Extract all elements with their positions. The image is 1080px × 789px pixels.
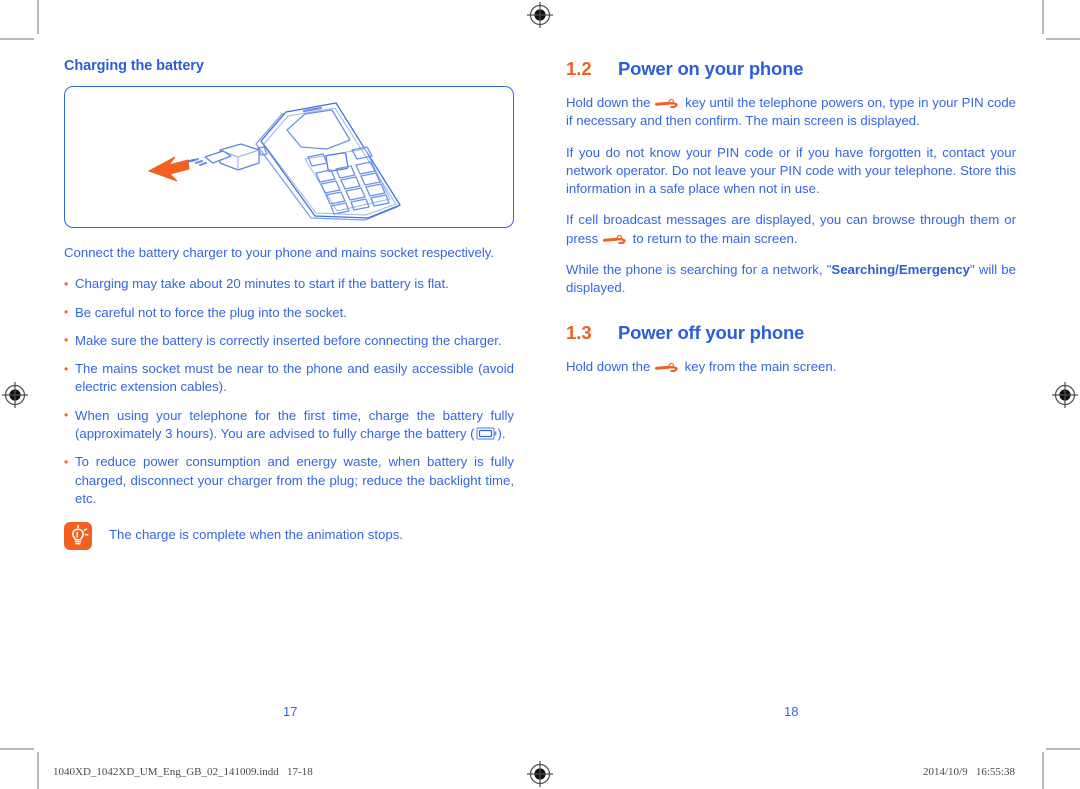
section-title: Power off your phone xyxy=(618,321,805,343)
footer-timestamp: 2014/10/9 16:55:38 xyxy=(923,766,1015,778)
charging-illustration-frame xyxy=(64,86,514,228)
paragraph-before-text: Hold down the xyxy=(566,95,651,110)
tip-text: The charge is complete when the animatio… xyxy=(109,527,403,543)
power-key-icon xyxy=(654,362,678,372)
charging-bullet-list: Charging may take about 20 minutes to st… xyxy=(64,275,514,508)
charging-subheading: Charging the battery xyxy=(64,58,204,74)
list-item: Charging may take about 20 minutes to st… xyxy=(64,275,514,294)
section-number: 1.2 xyxy=(566,58,592,79)
tip-bulb-icon xyxy=(64,522,92,551)
charging-intro-paragraph: Connect the battery charger to your phon… xyxy=(64,245,495,260)
quote-close: " xyxy=(969,262,975,278)
power-key-icon xyxy=(655,98,679,108)
document-spread: Charging the battery Connect the battery… xyxy=(0,0,1080,789)
paragraph-after-text: to return to the main screen. xyxy=(632,230,798,246)
page-number-left: 17 xyxy=(283,704,298,719)
paragraph-after-text: key from the main screen. xyxy=(684,358,837,374)
paragraph-before-text: Hold down the xyxy=(566,358,651,374)
tip-note: The charge is complete when the animatio… xyxy=(64,522,514,551)
list-item: To reduce power consumption and energy w… xyxy=(64,453,514,508)
page-number-right: 18 xyxy=(784,704,799,719)
footer-filename: 1040XD_1042XD_UM_Eng_GB_02_141009.indd 1… xyxy=(53,766,313,778)
list-item: When using your telephone for the first … xyxy=(64,406,514,444)
list-item: Make sure the battery is correctly inser… xyxy=(64,331,514,350)
power-on-paragraph-4: While the phone is searching for a netwo… xyxy=(566,261,1016,298)
section-title: Power on your phone xyxy=(618,58,804,79)
list-item: Be careful not to force the plug into th… xyxy=(64,303,514,322)
power-on-paragraph-1: Hold down the key until the telephone po… xyxy=(566,94,1016,131)
arrow-icon xyxy=(147,156,190,182)
phone-charging-illustration xyxy=(147,102,401,221)
searching-emergency-label: Searching/Emergency xyxy=(831,262,970,278)
section-heading-power-off: 1.3 Power off your phone xyxy=(566,322,1016,344)
list-item-text: When using your telephone for the first … xyxy=(75,407,514,442)
section-heading-power-on: 1.2 Power on your phone xyxy=(566,58,1016,80)
paragraph-before-text: While the phone is searching for a netwo… xyxy=(566,262,823,278)
power-on-paragraph-2: If you do not know your PIN code or if y… xyxy=(566,144,1016,197)
section-number: 1.3 xyxy=(566,321,592,343)
left-page-column: Charging the battery Connect the battery… xyxy=(64,58,514,551)
right-page-column: 1.2 Power on your phone Hold down the ke… xyxy=(566,58,1016,389)
power-off-paragraph-1: Hold down the key from the main screen. xyxy=(566,358,1016,376)
power-key-icon xyxy=(602,234,626,244)
power-on-paragraph-3: If cell broadcast messages are displayed… xyxy=(566,211,1016,248)
list-item: The mains socket must be near to the pho… xyxy=(64,360,514,397)
battery-paren-open: ( xyxy=(470,426,475,442)
battery-icon xyxy=(475,427,496,440)
battery-paren-close: ). xyxy=(497,426,506,442)
